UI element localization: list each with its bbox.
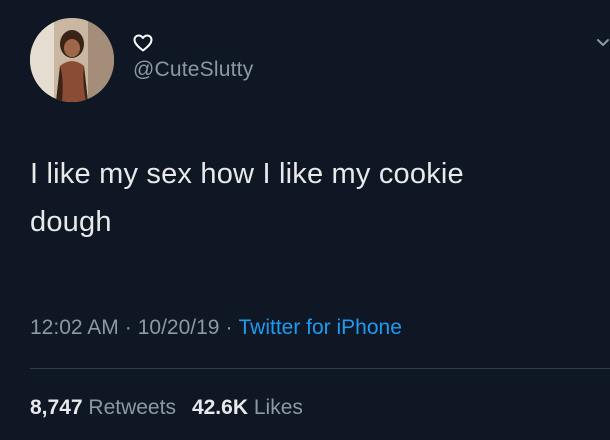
retweets-count: 8,747 [30,396,83,419]
tweet-date[interactable]: 10/20/19 [138,316,220,339]
tweet-source-link[interactable]: Twitter for iPhone [238,316,401,339]
likes-stat[interactable]: 42.6K Likes [192,396,303,419]
tweet-text-line: dough [30,206,112,238]
tweet-card: @CuteSlutty I like my sex how I like my … [0,0,610,440]
retweets-stat[interactable]: 8,747 Retweets [30,396,176,419]
divider [30,368,610,369]
chevron-down-icon[interactable] [596,38,610,48]
avatar[interactable] [30,18,114,102]
likes-label: Likes [253,396,303,419]
heart-icon[interactable] [133,34,153,52]
separator: · [225,316,233,339]
tweet-text: I like my sex how I like my cookie dough [30,150,590,246]
user-handle[interactable]: @CuteSlutty [133,58,253,82]
retweets-label: Retweets [88,396,176,419]
likes-count: 42.6K [191,396,248,419]
tweet-stats: 8,747 Retweets 42.6K Likes [30,396,319,420]
tweet-time[interactable]: 12:02 AM [30,316,119,339]
separator: · [124,316,132,339]
tweet-metadata: 12:02 AM · 10/20/19 · Twitter for iPhone [30,316,402,340]
tweet-text-line: I like my sex how I like my cookie [30,158,464,190]
avatar-photo [30,18,114,102]
